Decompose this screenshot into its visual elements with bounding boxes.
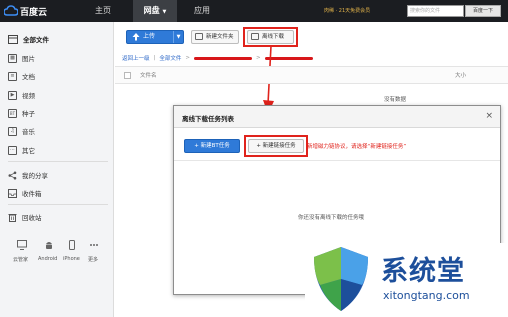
android-icon[interactable] — [44, 240, 54, 250]
brand-name: 百度云 — [20, 7, 48, 18]
watermark-text: 系统堂 — [381, 256, 465, 287]
document-icon: ≡ — [8, 71, 17, 81]
video-icon: ▶ — [8, 90, 17, 100]
sidebar-item-label: 全部文件 — [23, 36, 49, 44]
folder-icon — [8, 34, 18, 44]
sidebar-item-label: 其它 — [22, 147, 35, 155]
sidebar-item-other[interactable]: ⋯ 其它 — [8, 143, 35, 157]
new-bt-task-button[interactable]: + 新建BT任务 — [184, 139, 240, 153]
column-header-name[interactable]: 文件名 — [140, 71, 157, 79]
new-folder-button[interactable]: 新建文件夹 — [191, 30, 239, 44]
sidebar-item-label: 收件箱 — [22, 190, 42, 198]
search-button[interactable]: 百度一下 — [465, 5, 501, 17]
sidebar-item-images[interactable]: ▩ 图片 — [8, 51, 35, 65]
upload-label: 上传 — [143, 33, 156, 40]
ellipsis-icon[interactable] — [89, 240, 99, 250]
sidebar-item-label: 视频 — [22, 92, 35, 100]
breadcrumb: 返回上一级 | 全部文件 > > — [122, 53, 313, 63]
sidebar-item-inbox[interactable]: 收件箱 — [8, 186, 42, 200]
nav-home[interactable]: 主页 — [84, 0, 122, 22]
sidebar-divider — [8, 204, 108, 205]
chevron-right-icon: > — [256, 55, 261, 61]
upload-icon — [132, 33, 140, 41]
sidebar-item-my-shares[interactable]: 我的分享 — [8, 168, 48, 182]
sidebar-item-music[interactable]: ♫ 音乐 — [8, 124, 35, 138]
back-link[interactable]: 返回上一级 — [122, 54, 150, 62]
sidebar-item-label: 我的分享 — [22, 172, 48, 180]
iphone-icon[interactable] — [67, 240, 77, 250]
new-folder-label: 新建文件夹 — [206, 34, 234, 40]
image-icon: ▩ — [8, 53, 17, 63]
magnet-link-hint: 新增磁力链协议，请选择“新建链接任务” — [307, 144, 407, 150]
nav-apps[interactable]: 应用 — [183, 0, 221, 22]
top-navigation-bar: 百度云 主页 网盘 ▼ 应用 肉稀 · 21天免费会员 搜索你的文件 百度一下 — [0, 0, 508, 22]
sidebar-item-videos[interactable]: ▶ 视频 — [8, 88, 35, 102]
file-list-header — [115, 66, 508, 84]
sidebar-divider — [8, 161, 108, 162]
device-label[interactable]: 更多 — [88, 256, 98, 263]
nav-netdisk-label: 网盘 — [143, 6, 160, 15]
device-label[interactable]: Android — [38, 256, 57, 262]
sidebar-item-label: 回收站 — [22, 214, 42, 222]
close-icon[interactable]: × — [485, 111, 493, 121]
search-input[interactable]: 搜索你的文件 — [407, 5, 464, 17]
chevron-right-icon: > — [185, 55, 190, 61]
device-label[interactable]: 云管家 — [13, 256, 28, 263]
new-bt-task-label: 新建BT任务 — [200, 143, 230, 149]
watermark-url: xitongtang.com — [383, 289, 470, 302]
sidebar-item-label: 种子 — [22, 110, 35, 118]
chevron-down-icon: ▼ — [162, 9, 167, 15]
user-info[interactable]: 肉稀 · 21天免费会员 — [324, 7, 370, 14]
new-folder-icon — [195, 33, 203, 40]
device-label[interactable]: iPhone — [63, 256, 80, 262]
share-icon — [8, 171, 17, 179]
task-list-empty-message: 你还没有离线下载的任务哦 — [298, 215, 365, 221]
breadcrumb-all-files[interactable]: 全部文件 — [159, 54, 181, 62]
column-header-size[interactable]: 大小 — [455, 71, 466, 79]
breadcrumb-separator: | — [153, 55, 156, 61]
sidebar-item-torrents[interactable]: BT 种子 — [8, 106, 35, 120]
redacted-folder-name — [194, 56, 252, 60]
desktop-icon[interactable] — [17, 240, 27, 250]
dialog-header: 离线下载任务列表 × — [174, 106, 500, 128]
sidebar-item-label: 音乐 — [22, 128, 35, 136]
select-all-checkbox[interactable] — [124, 72, 131, 79]
bt-icon: BT — [8, 108, 17, 118]
dialog-divider — [174, 160, 500, 161]
sidebar-item-label: 图片 — [22, 55, 35, 63]
inbox-icon — [8, 188, 17, 198]
shield-logo-icon — [314, 247, 368, 311]
baidu-cloud-logo[interactable]: 百度云 — [4, 4, 47, 18]
sidebar-item-label: 文档 — [22, 73, 35, 81]
chevron-down-icon[interactable]: ▼ — [173, 31, 183, 43]
dialog-title: 离线下载任务列表 — [182, 115, 234, 123]
cloud-logo-icon — [4, 5, 18, 16]
nav-netdisk[interactable]: 网盘 ▼ — [133, 0, 177, 22]
highlight-box — [244, 135, 308, 157]
sidebar-item-recycle-bin[interactable]: 回收站 — [8, 210, 42, 224]
music-icon: ♫ — [8, 126, 17, 136]
file-list-empty-message: 没有数据 — [384, 97, 407, 103]
sidebar-item-documents[interactable]: ≡ 文档 — [8, 69, 35, 83]
more-icon: ⋯ — [8, 145, 17, 155]
sidebar-item-all-files[interactable]: 全部文件 — [8, 32, 49, 46]
upload-button[interactable]: 上传 ▼ — [126, 30, 184, 44]
trash-icon — [8, 213, 17, 222]
